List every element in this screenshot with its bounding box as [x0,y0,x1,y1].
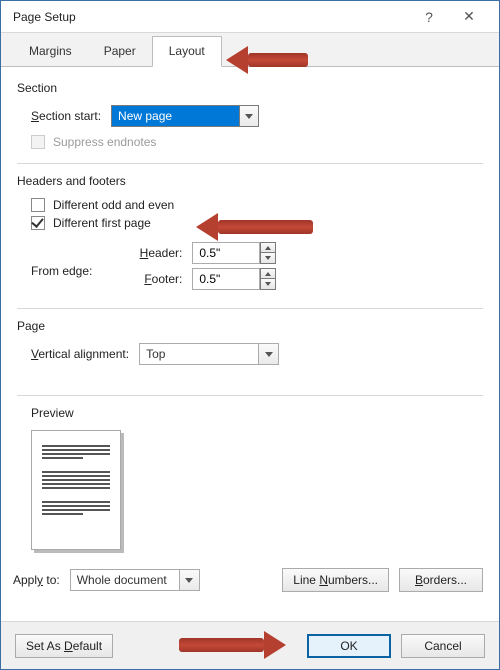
footer-spin-input[interactable] [192,268,260,290]
close-button[interactable]: ✕ [449,8,489,25]
tab-paper[interactable]: Paper [88,37,152,66]
borders-button[interactable]: Borders... [399,568,483,592]
set-as-default-button[interactable]: Set As Default [15,634,113,658]
section-group-label: Section [17,81,483,95]
chevron-down-icon[interactable] [259,343,279,365]
different-first-page-label: Different first page [53,216,151,230]
title-bar: Page Setup ? ✕ [1,1,499,33]
header-spin-label: Header: [122,246,182,260]
apply-to-label: Apply to: [13,573,60,587]
section-start-label: Section start: [31,109,101,123]
header-spin-input[interactable] [192,242,260,264]
dialog-title: Page Setup [13,10,409,24]
header-spin-down[interactable] [260,253,276,264]
layout-panel: Section Section start: New page Suppress… [1,67,499,587]
headers-footers-group-label: Headers and footers [17,174,483,188]
vertical-alignment-label: Vertical alignment: [31,347,129,361]
help-button[interactable]: ? [409,9,449,25]
footer-spin-down[interactable] [260,279,276,290]
suppress-endnotes-checkbox [31,135,45,149]
preview-label: Preview [31,406,483,420]
from-edge-label: From edge: [31,254,92,278]
footer-spin-up[interactable] [260,268,276,279]
vertical-alignment-value: Top [139,343,259,365]
ok-button[interactable]: OK [307,634,391,658]
preview-thumbnail [31,430,121,550]
tab-strip: Margins Paper Layout [1,33,499,67]
tab-layout[interactable]: Layout [152,36,222,67]
line-numbers-button[interactable]: Line Numbers... [282,568,389,592]
dialog-footer: Set As Default OK Cancel [1,621,499,669]
different-odd-even-label: Different odd and even [53,198,174,212]
different-odd-even-checkbox[interactable] [31,198,45,212]
page-group-label: Page [17,319,483,333]
chevron-down-icon[interactable] [239,105,259,127]
chevron-down-icon[interactable] [180,569,200,591]
apply-to-value: Whole document [70,569,180,591]
header-spin-up[interactable] [260,242,276,253]
suppress-endnotes-label: Suppress endnotes [53,135,156,149]
footer-spin-label: Footer: [122,272,182,286]
cancel-button[interactable]: Cancel [401,634,485,658]
apply-to-combo[interactable]: Whole document [70,569,200,591]
tab-margins[interactable]: Margins [13,37,88,66]
section-start-combo[interactable]: New page [111,105,259,127]
section-start-value: New page [111,105,259,127]
vertical-alignment-combo[interactable]: Top [139,343,279,365]
different-first-page-checkbox[interactable] [31,216,45,230]
